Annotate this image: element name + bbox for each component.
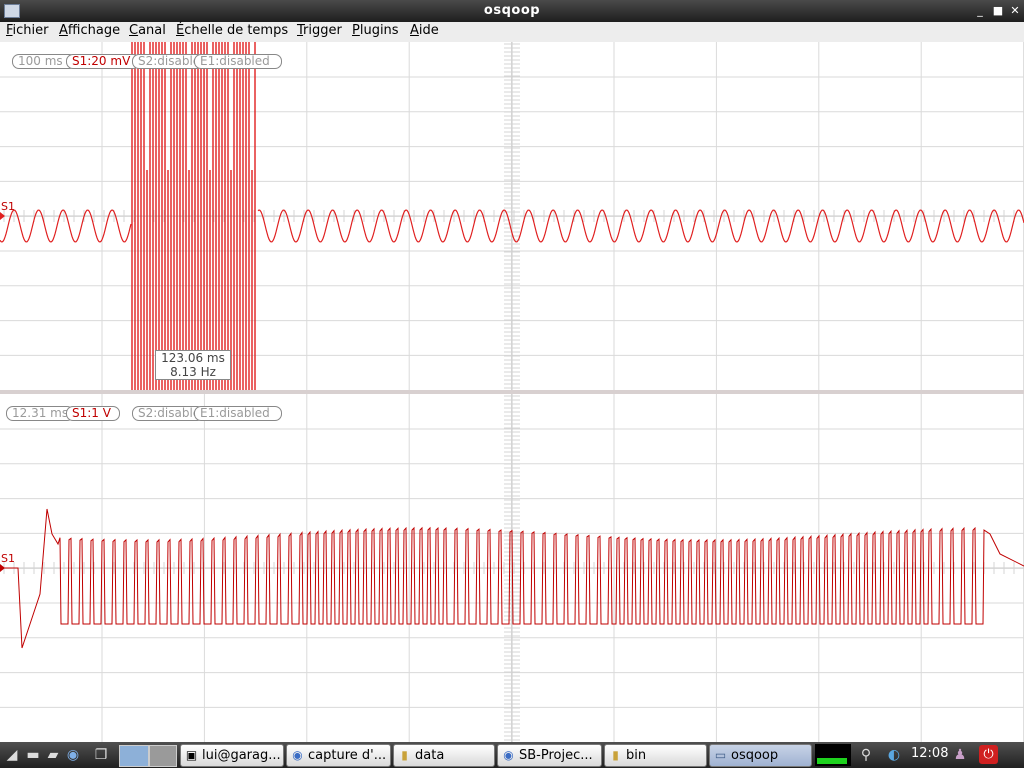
scope-bottom-canvas[interactable] [0, 394, 1024, 742]
window-title: osqoop [483, 3, 541, 18]
show-desktop-icon[interactable]: ❐ [92, 746, 110, 764]
folder-icon: ▮ [401, 748, 408, 762]
start-menu-icon[interactable]: ◢ [3, 746, 21, 764]
title-bar: osqoop _ ■ ✕ [0, 0, 1024, 22]
menu-canal[interactable]: Canal [129, 23, 166, 38]
folder-icon: ▮ [612, 748, 619, 762]
task-data-folder[interactable]: ▮ data [393, 744, 495, 767]
clock[interactable]: 12:08 [911, 746, 948, 761]
s1-scale-pill[interactable]: S1:1 V [66, 406, 120, 421]
task-capture[interactable]: ◉ capture d'... [286, 744, 391, 767]
scope-top-canvas[interactable] [0, 42, 1024, 390]
terminal-launcher-icon[interactable]: ▬ [24, 746, 42, 764]
file-manager-icon[interactable]: ▰ [44, 746, 62, 764]
e1-status-pill[interactable]: E1:disabled [194, 54, 282, 69]
close-icon[interactable]: ✕ [1007, 3, 1023, 19]
measured-frequency: 8.13 Hz [170, 365, 216, 379]
scope-view-bottom[interactable]: S1 12.31 ms S1:1 V S2:disabled E1:disabl… [0, 394, 1024, 742]
menu-aide[interactable]: Aide [410, 23, 439, 38]
scope-bottom-channel-label: S1 [1, 552, 15, 565]
power-icon[interactable]: ⏻ [979, 745, 998, 764]
user-icon[interactable]: ♟ [951, 746, 969, 764]
menu-plugins[interactable]: Plugins [352, 23, 399, 38]
globe-icon: ◉ [503, 748, 514, 762]
workspace-2-button[interactable] [149, 745, 177, 767]
measurement-box: 123.06 ms 8.13 Hz [155, 350, 231, 380]
menu-echelle-de-temps[interactable]: Échelle de temps [176, 23, 288, 38]
scope-top-channel-label: S1 [1, 200, 15, 213]
cpu-monitor-graph [815, 744, 851, 766]
taskbar: ◢ ▬ ▰ ◉ ❐ ▣ lui@garag... ◉ capture d'...… [0, 742, 1024, 768]
workspace-1-button[interactable] [119, 745, 149, 767]
minimize-icon[interactable]: _ [972, 3, 988, 19]
menu-affichage[interactable]: Affichage [59, 23, 120, 38]
menu-trigger[interactable]: Trigger [297, 23, 342, 38]
measured-period: 123.06 ms [161, 351, 225, 365]
menu-fichier[interactable]: Fichier [6, 23, 49, 38]
terminal-icon: ▣ [185, 748, 198, 762]
maximize-icon[interactable]: ■ [990, 3, 1006, 19]
task-terminal[interactable]: ▣ lui@garag... [180, 744, 284, 767]
menu-bar: Fichier Affichage Canal Échelle de temps… [0, 22, 1024, 43]
browser-launcher-icon[interactable]: ◉ [64, 746, 82, 764]
task-sb-project[interactable]: ◉ SB-Projec... [497, 744, 602, 767]
task-bin-folder[interactable]: ▮ bin [604, 744, 707, 767]
globe-icon: ◉ [292, 748, 303, 762]
s1-scale-pill[interactable]: S1:20 mV [66, 54, 140, 69]
network-icon[interactable]: ◐ [885, 746, 903, 764]
e1-status-pill[interactable]: E1:disabled [194, 406, 282, 421]
window-icon: ▭ [714, 748, 727, 762]
search-icon[interactable]: ⚲ [857, 746, 875, 764]
scope-view-top[interactable]: S1 100 ms S1:20 mV S2:disabled E1:disabl… [0, 42, 1024, 390]
time-scale-pill[interactable]: 12.31 ms [6, 406, 74, 421]
task-osqoop[interactable]: ▭ osqoop [709, 744, 812, 767]
